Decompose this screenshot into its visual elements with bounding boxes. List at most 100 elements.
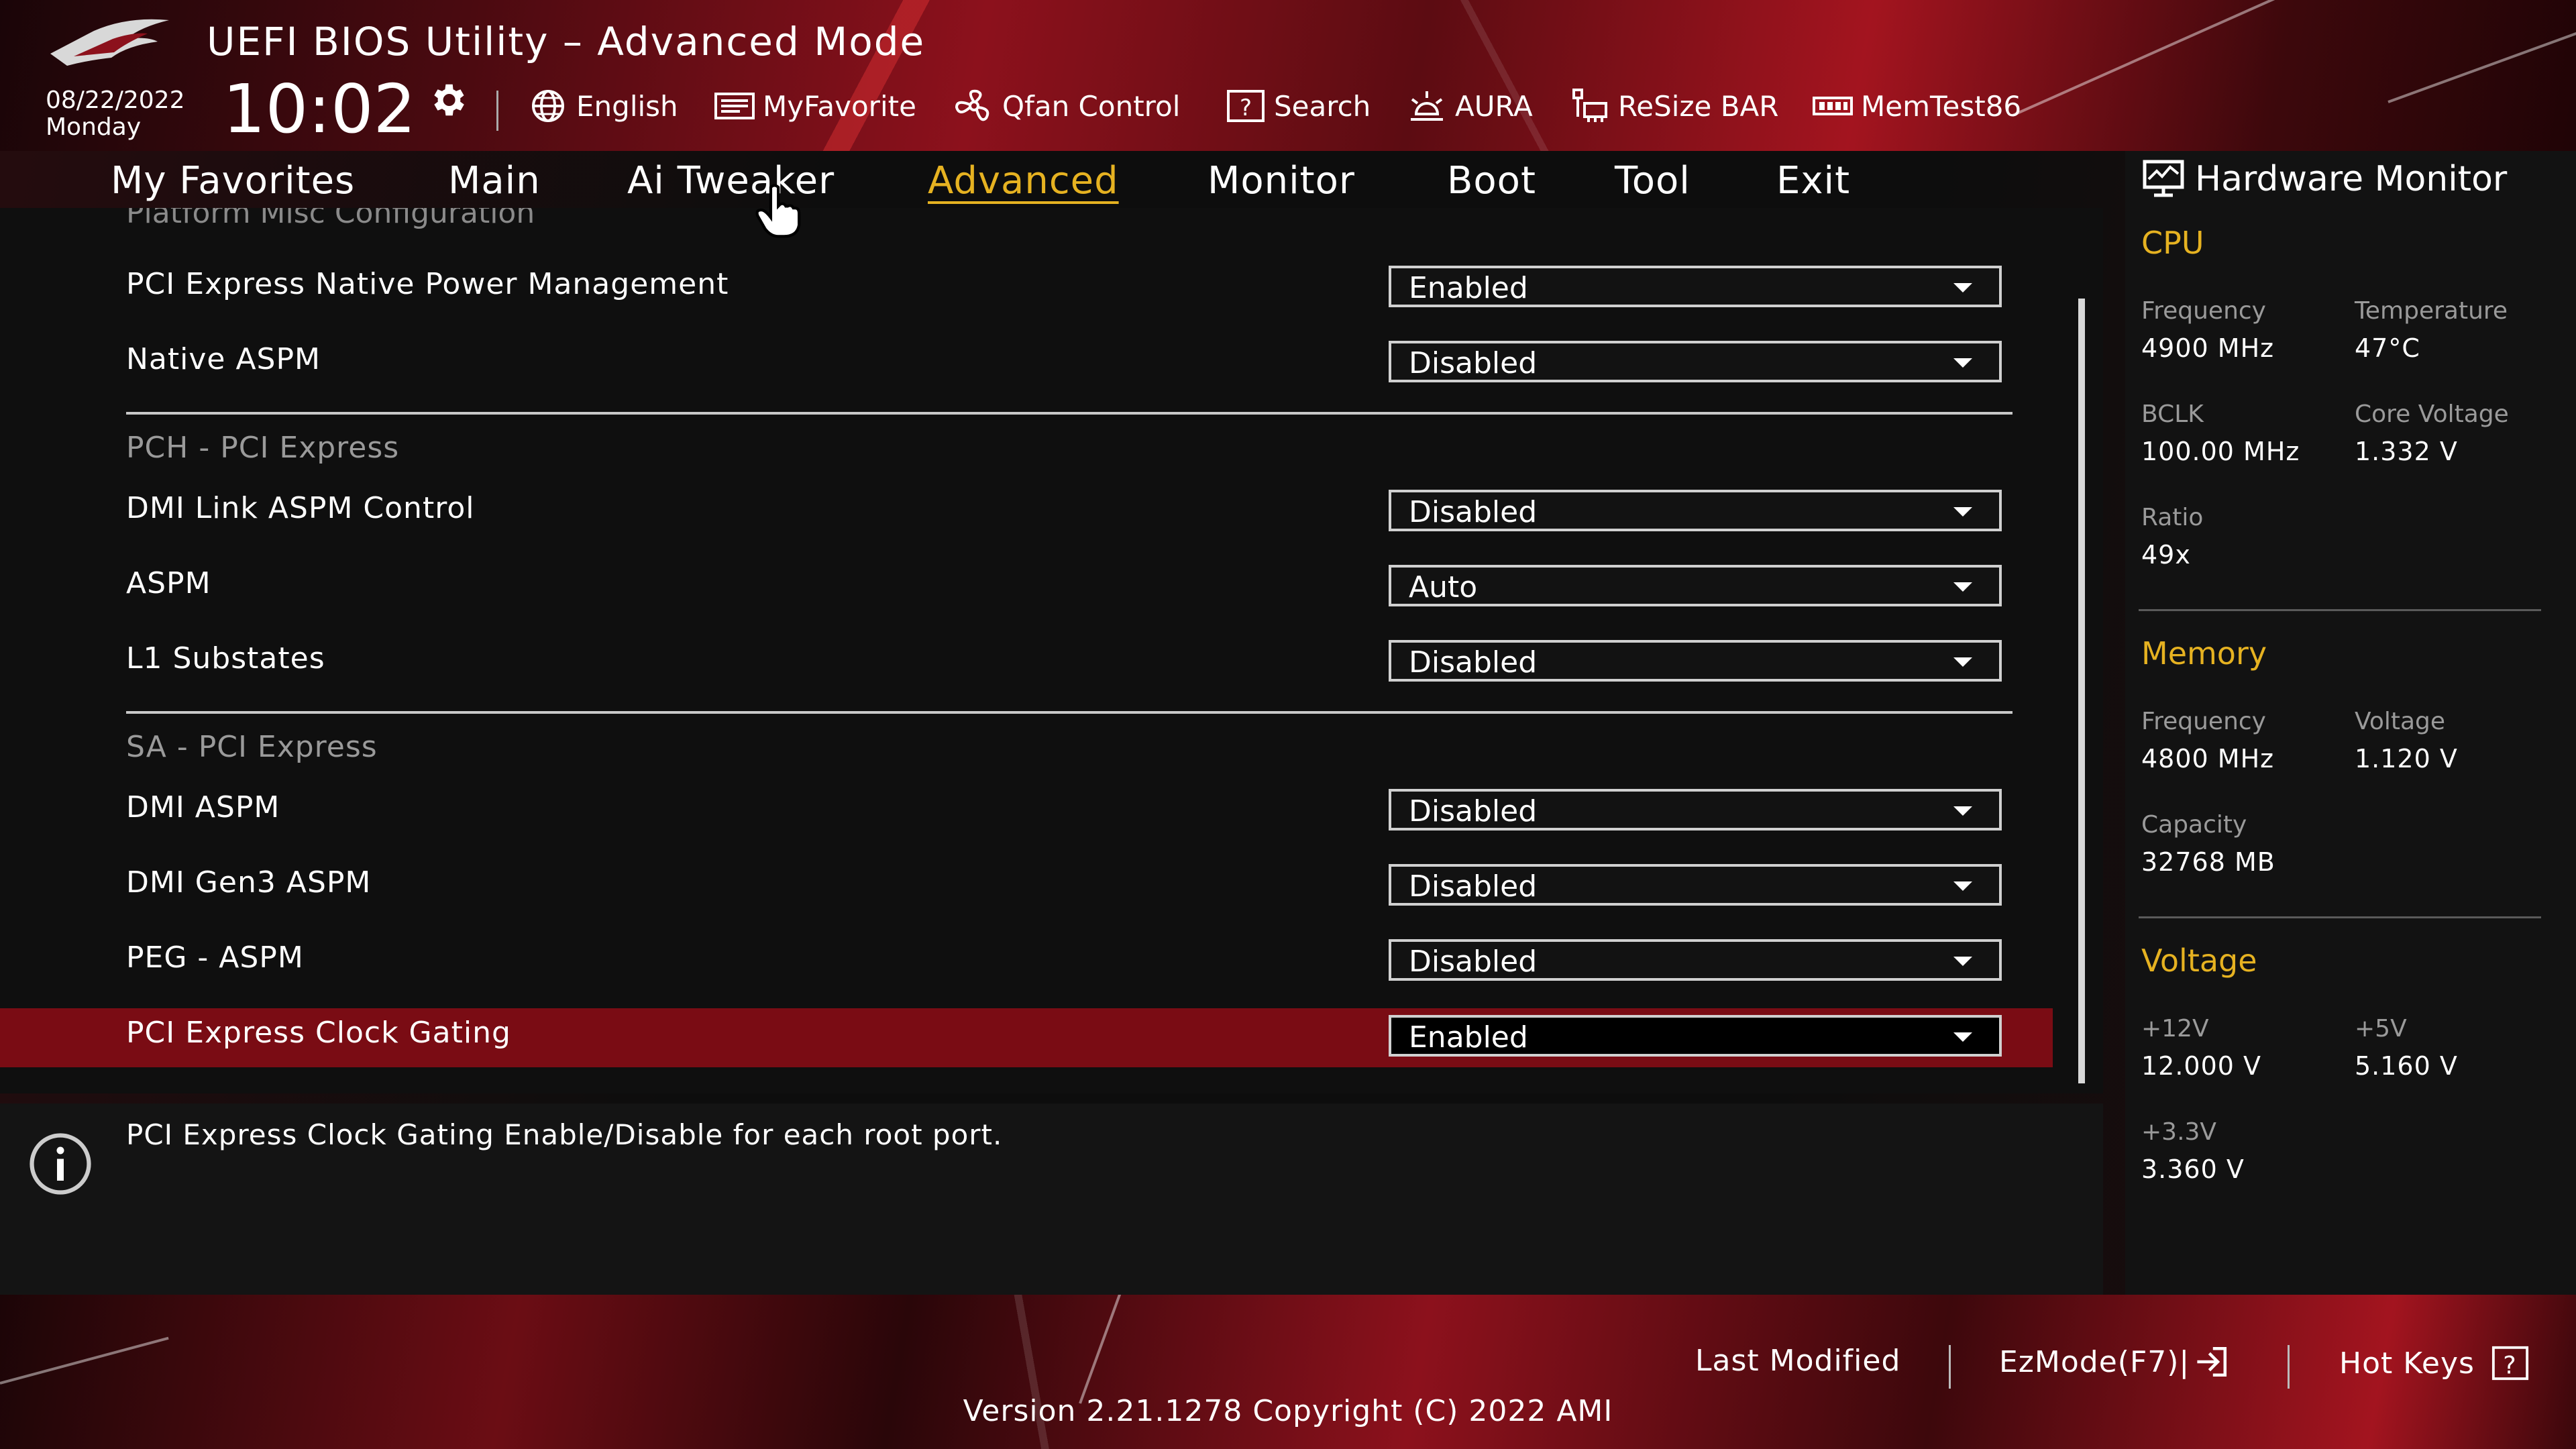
dropdown-value: Auto [1409, 570, 1478, 604]
setting-dropdown[interactable]: Enabled [1389, 1015, 2002, 1057]
setting-dropdown[interactable]: Disabled [1389, 789, 2002, 830]
toolbar-search-label: Search [1274, 89, 1371, 123]
main-menu-tabs: My Favorites Main Ai Tweaker Advanced Mo… [0, 151, 2103, 208]
setting-label[interactable]: DMI Gen3 ASPM [126, 865, 371, 900]
setting-label[interactable]: DMI ASPM [126, 790, 280, 824]
v5-value: 5.160 V [2355, 1051, 2458, 1081]
ezmode-button[interactable]: EzMode(F7)| [1999, 1344, 2231, 1380]
myfavorite-icon [714, 93, 755, 119]
toolbar-english[interactable]: English [527, 86, 678, 126]
setting-label[interactable]: Native ASPM [126, 342, 321, 376]
toolbar-myfavorite-label: MyFavorite [763, 89, 916, 123]
hand-cursor-icon [755, 184, 801, 238]
memory-voltage-value: 1.120 V [2355, 744, 2458, 773]
toolbar-search[interactable]: ? Search [1224, 86, 1371, 126]
hardware-monitor-panel: Hardware Monitor CPU Frequency Temperatu… [2125, 151, 2576, 1295]
info-icon [30, 1133, 91, 1195]
toolbar-qfan-control[interactable]: Qfan Control [953, 86, 1180, 126]
setting-dropdown[interactable]: Disabled [1389, 341, 2002, 382]
dropdown-value: Enabled [1409, 271, 1528, 305]
exit-arrow-icon [2197, 1346, 2227, 1377]
chevron-down-icon [1953, 582, 1972, 592]
search-question-icon: ? [1227, 90, 1265, 122]
voltage-heading: Voltage [2141, 943, 2257, 979]
setting-dropdown[interactable]: Disabled [1389, 490, 2002, 531]
hot-keys-label: Hot Keys [2339, 1346, 2475, 1381]
chevron-down-icon [1953, 358, 1972, 368]
v12-label: +12V [2141, 1015, 2209, 1042]
dropdown-value: Disabled [1409, 945, 1538, 979]
fan-icon [955, 89, 989, 121]
dropdown-value: Disabled [1409, 495, 1538, 529]
tab-advanced[interactable]: Advanced [928, 159, 1119, 203]
setting-dropdown[interactable]: Disabled [1389, 640, 2002, 682]
selected-setting-row[interactable]: PCI Express Clock Gating Enabled [0, 1008, 2053, 1067]
help-panel: PCI Express Clock Gating Enable/Disable … [0, 1104, 2103, 1295]
toolbar-myfavorite[interactable]: MyFavorite [713, 86, 916, 126]
version-copyright: Version 2.21.1278 Copyright (C) 2022 AMI [963, 1394, 1613, 1428]
memory-frequency-label: Frequency [2141, 708, 2266, 735]
cpu-temperature-label: Temperature [2355, 297, 2508, 325]
setting-dropdown[interactable]: Disabled [1389, 864, 2002, 906]
svg-text:?: ? [2503, 1350, 2517, 1379]
cpu-frequency-value: 4900 MHz [2141, 333, 2275, 363]
v5-label: +5V [2355, 1015, 2407, 1042]
memory-capacity-label: Capacity [2141, 811, 2247, 839]
setting-label[interactable]: PEG - ASPM [126, 941, 304, 975]
v33-value: 3.360 V [2141, 1155, 2245, 1184]
setting-label[interactable]: ASPM [126, 566, 211, 600]
memory-heading: Memory [2141, 635, 2267, 672]
toolbar-aura[interactable]: AURA [1405, 86, 1533, 126]
toolbar-memtest86-label: MemTest86 [1861, 89, 2022, 123]
time-display: 10:02 [223, 70, 417, 148]
memory-voltage-label: Voltage [2355, 708, 2446, 735]
hw-divider [2139, 609, 2541, 611]
setting-dropdown[interactable]: Auto [1389, 565, 2002, 606]
chevron-down-icon [1953, 881, 1972, 891]
setting-label[interactable]: PCI Express Native Power Management [126, 267, 729, 301]
chevron-down-icon [1953, 507, 1972, 517]
chevron-down-icon [1953, 806, 1972, 816]
setting-dropdown[interactable]: Enabled [1389, 266, 2002, 307]
setting-label[interactable]: DMI Link ASPM Control [126, 491, 474, 525]
section-label: SA - PCI Express [126, 730, 378, 764]
day-text: Monday [46, 113, 142, 141]
tab-tool[interactable]: Tool [1615, 159, 1690, 203]
aura-icon [1411, 91, 1443, 121]
chevron-down-icon [1953, 1032, 1972, 1042]
dropdown-value: Disabled [1409, 794, 1538, 828]
last-modified-button[interactable]: Last Modified [1695, 1344, 1900, 1378]
v12-value: 12.000 V [2141, 1051, 2262, 1081]
date-display: 08/22/2022 Monday [46, 87, 185, 141]
monitor-icon [2143, 160, 2184, 197]
chevron-down-icon [1953, 283, 1972, 292]
ratio-label: Ratio [2141, 504, 2204, 531]
chevron-down-icon [1953, 657, 1972, 667]
tab-monitor[interactable]: Monitor [1208, 159, 1355, 203]
help-description: PCI Express Clock Gating Enable/Disable … [126, 1118, 1003, 1151]
section-label: PCH - PCI Express [126, 431, 400, 465]
tab-my-favorites[interactable]: My Favorites [111, 159, 355, 203]
setting-label[interactable]: L1 Substates [126, 641, 325, 676]
toolbar-memtest86[interactable]: MemTest86 [1811, 86, 2021, 126]
bclk-label: BCLK [2141, 400, 2204, 428]
core-voltage-value: 1.332 V [2355, 437, 2458, 466]
footer-separator [2288, 1345, 2290, 1389]
section-divider [126, 711, 2012, 714]
tab-exit[interactable]: Exit [1776, 159, 1850, 203]
toolbar-resize-bar[interactable]: ReSize BAR [1568, 86, 1778, 126]
tab-boot[interactable]: Boot [1447, 159, 1536, 203]
v33-label: +3.3V [2141, 1118, 2217, 1146]
ratio-value: 49x [2141, 540, 2191, 570]
dropdown-value: Disabled [1409, 346, 1538, 380]
tab-main[interactable]: Main [448, 159, 541, 203]
app-title: UEFI BIOS Utility – Advanced Mode [207, 19, 926, 64]
globe-icon [532, 90, 564, 122]
chevron-down-icon [1953, 957, 1972, 966]
setting-label[interactable]: PCI Express Clock Gating [126, 1016, 511, 1050]
scrollbar[interactable] [2078, 299, 2085, 1083]
gear-icon[interactable] [427, 79, 468, 121]
resize-bar-icon [1572, 89, 1607, 122]
setting-dropdown[interactable]: Disabled [1389, 939, 2002, 981]
hot-keys-button[interactable]: Hot Keys ? [2339, 1344, 2536, 1383]
